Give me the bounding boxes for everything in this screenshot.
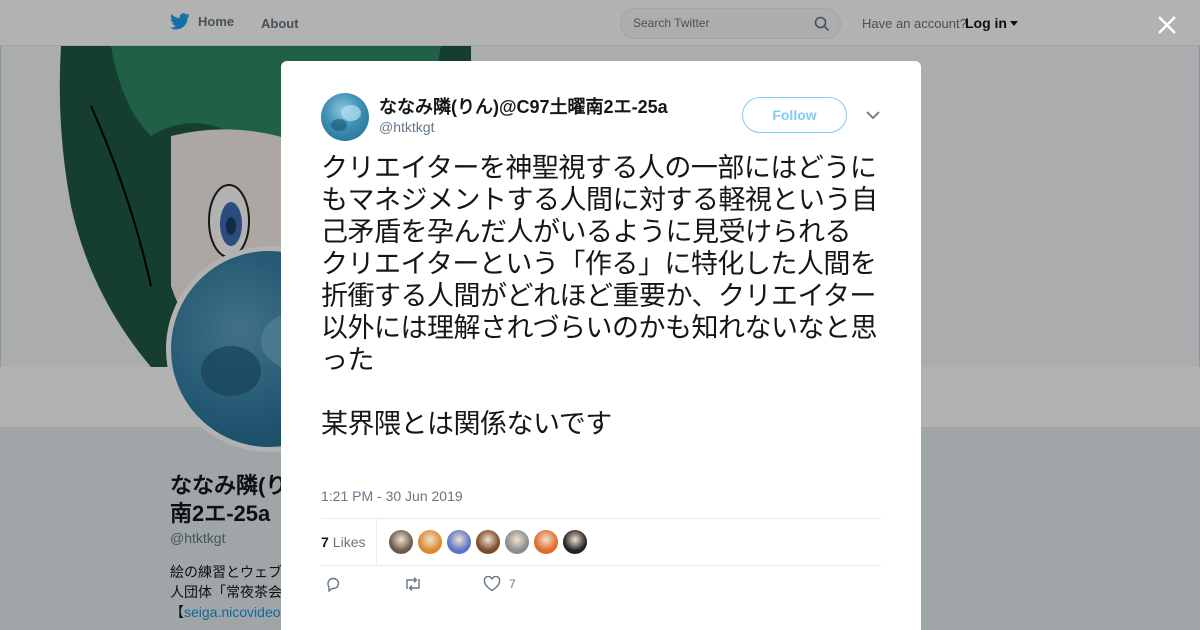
author-avatar-image xyxy=(331,105,361,131)
author-handle[interactable]: @htktkgt xyxy=(379,119,434,135)
likes-stat[interactable]: 7 Likes xyxy=(321,534,365,550)
like-count: 7 xyxy=(509,577,516,591)
chevron-down-icon[interactable] xyxy=(865,109,881,121)
liker-avatar[interactable] xyxy=(534,530,558,554)
liker-avatar[interactable] xyxy=(563,530,587,554)
author-name[interactable]: ななみ隣(りん)@C97土曜南2エ-25a xyxy=(379,93,668,119)
likes-count: 7 xyxy=(321,534,329,550)
liker-avatars xyxy=(389,530,587,554)
likes-label: Likes xyxy=(332,534,366,550)
liker-avatar[interactable] xyxy=(447,530,471,554)
reply-button[interactable] xyxy=(325,576,341,592)
close-icon[interactable] xyxy=(1154,12,1180,38)
tweet-stats: 7 Likes xyxy=(321,518,881,566)
retweet-button[interactable] xyxy=(403,576,423,592)
follow-button[interactable]: Follow xyxy=(742,97,847,133)
retweet-icon xyxy=(406,577,420,591)
heart-icon xyxy=(483,576,501,592)
liker-avatar[interactable] xyxy=(476,530,500,554)
tweet-modal: ななみ隣(りん)@C97土曜南2エ-25a @htktkgt Follow クリ… xyxy=(281,61,921,630)
liker-avatar[interactable] xyxy=(418,530,442,554)
author-avatar[interactable] xyxy=(321,93,369,141)
liker-avatar[interactable] xyxy=(389,530,413,554)
like-button[interactable]: 7 xyxy=(483,576,516,592)
liker-avatar[interactable] xyxy=(505,530,529,554)
tweet-timestamp[interactable]: 1:21 PM - 30 Jun 2019 xyxy=(321,488,463,504)
tweet-text: クリエイターを神聖視する人の一部にはどうにもマネジメントする人間に対する軽視とい… xyxy=(321,153,878,440)
reply-icon xyxy=(327,577,340,592)
stats-divider xyxy=(376,519,377,565)
